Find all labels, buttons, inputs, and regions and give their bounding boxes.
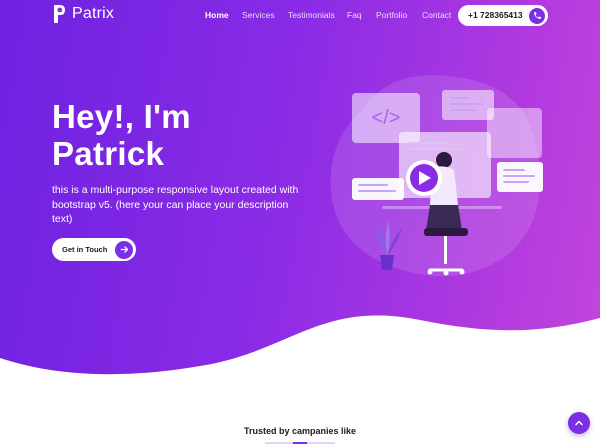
nav-item-services[interactable]: Services xyxy=(242,10,275,20)
hero-description: this is a multi-purpose responsive layou… xyxy=(52,184,299,225)
phone-button[interactable]: +1 728365413 xyxy=(458,5,548,26)
phone-number: +1 728365413 xyxy=(468,10,523,20)
trusted-heading: Trusted by campanies like xyxy=(243,426,357,436)
headline-line-1: Hey!, I'm xyxy=(52,98,191,135)
developer-at-desk-illustration: </> xyxy=(330,75,543,277)
hero-wave-divider xyxy=(0,315,600,446)
hero-section: Patrix Home Services Testimonials Faq Po… xyxy=(0,0,600,446)
nav-item-portfolio[interactable]: Portfolio xyxy=(376,10,407,20)
nav-item-contact[interactable]: Contact xyxy=(422,10,451,20)
get-in-touch-button[interactable]: Get in Touch xyxy=(52,238,136,261)
nav-item-faq[interactable]: Faq xyxy=(347,10,362,20)
scroll-to-top-button[interactable] xyxy=(568,412,590,434)
chevron-up-icon xyxy=(575,420,583,426)
headline-line-2: Patrick xyxy=(52,135,165,172)
nav-item-home[interactable]: Home xyxy=(205,10,229,20)
play-icon xyxy=(406,160,442,196)
cta-label: Get in Touch xyxy=(62,245,108,254)
arrow-right-icon xyxy=(115,240,133,259)
svg-text:</>: </> xyxy=(372,107,401,129)
navbar: Patrix Home Services Testimonials Faq Po… xyxy=(0,0,600,32)
hero-headline: Hey!, I'm Patrick xyxy=(52,98,191,172)
phone-icon xyxy=(529,7,545,24)
nav-item-testimonials[interactable]: Testimonials xyxy=(288,10,335,20)
trusted-underline-accent xyxy=(293,442,307,444)
